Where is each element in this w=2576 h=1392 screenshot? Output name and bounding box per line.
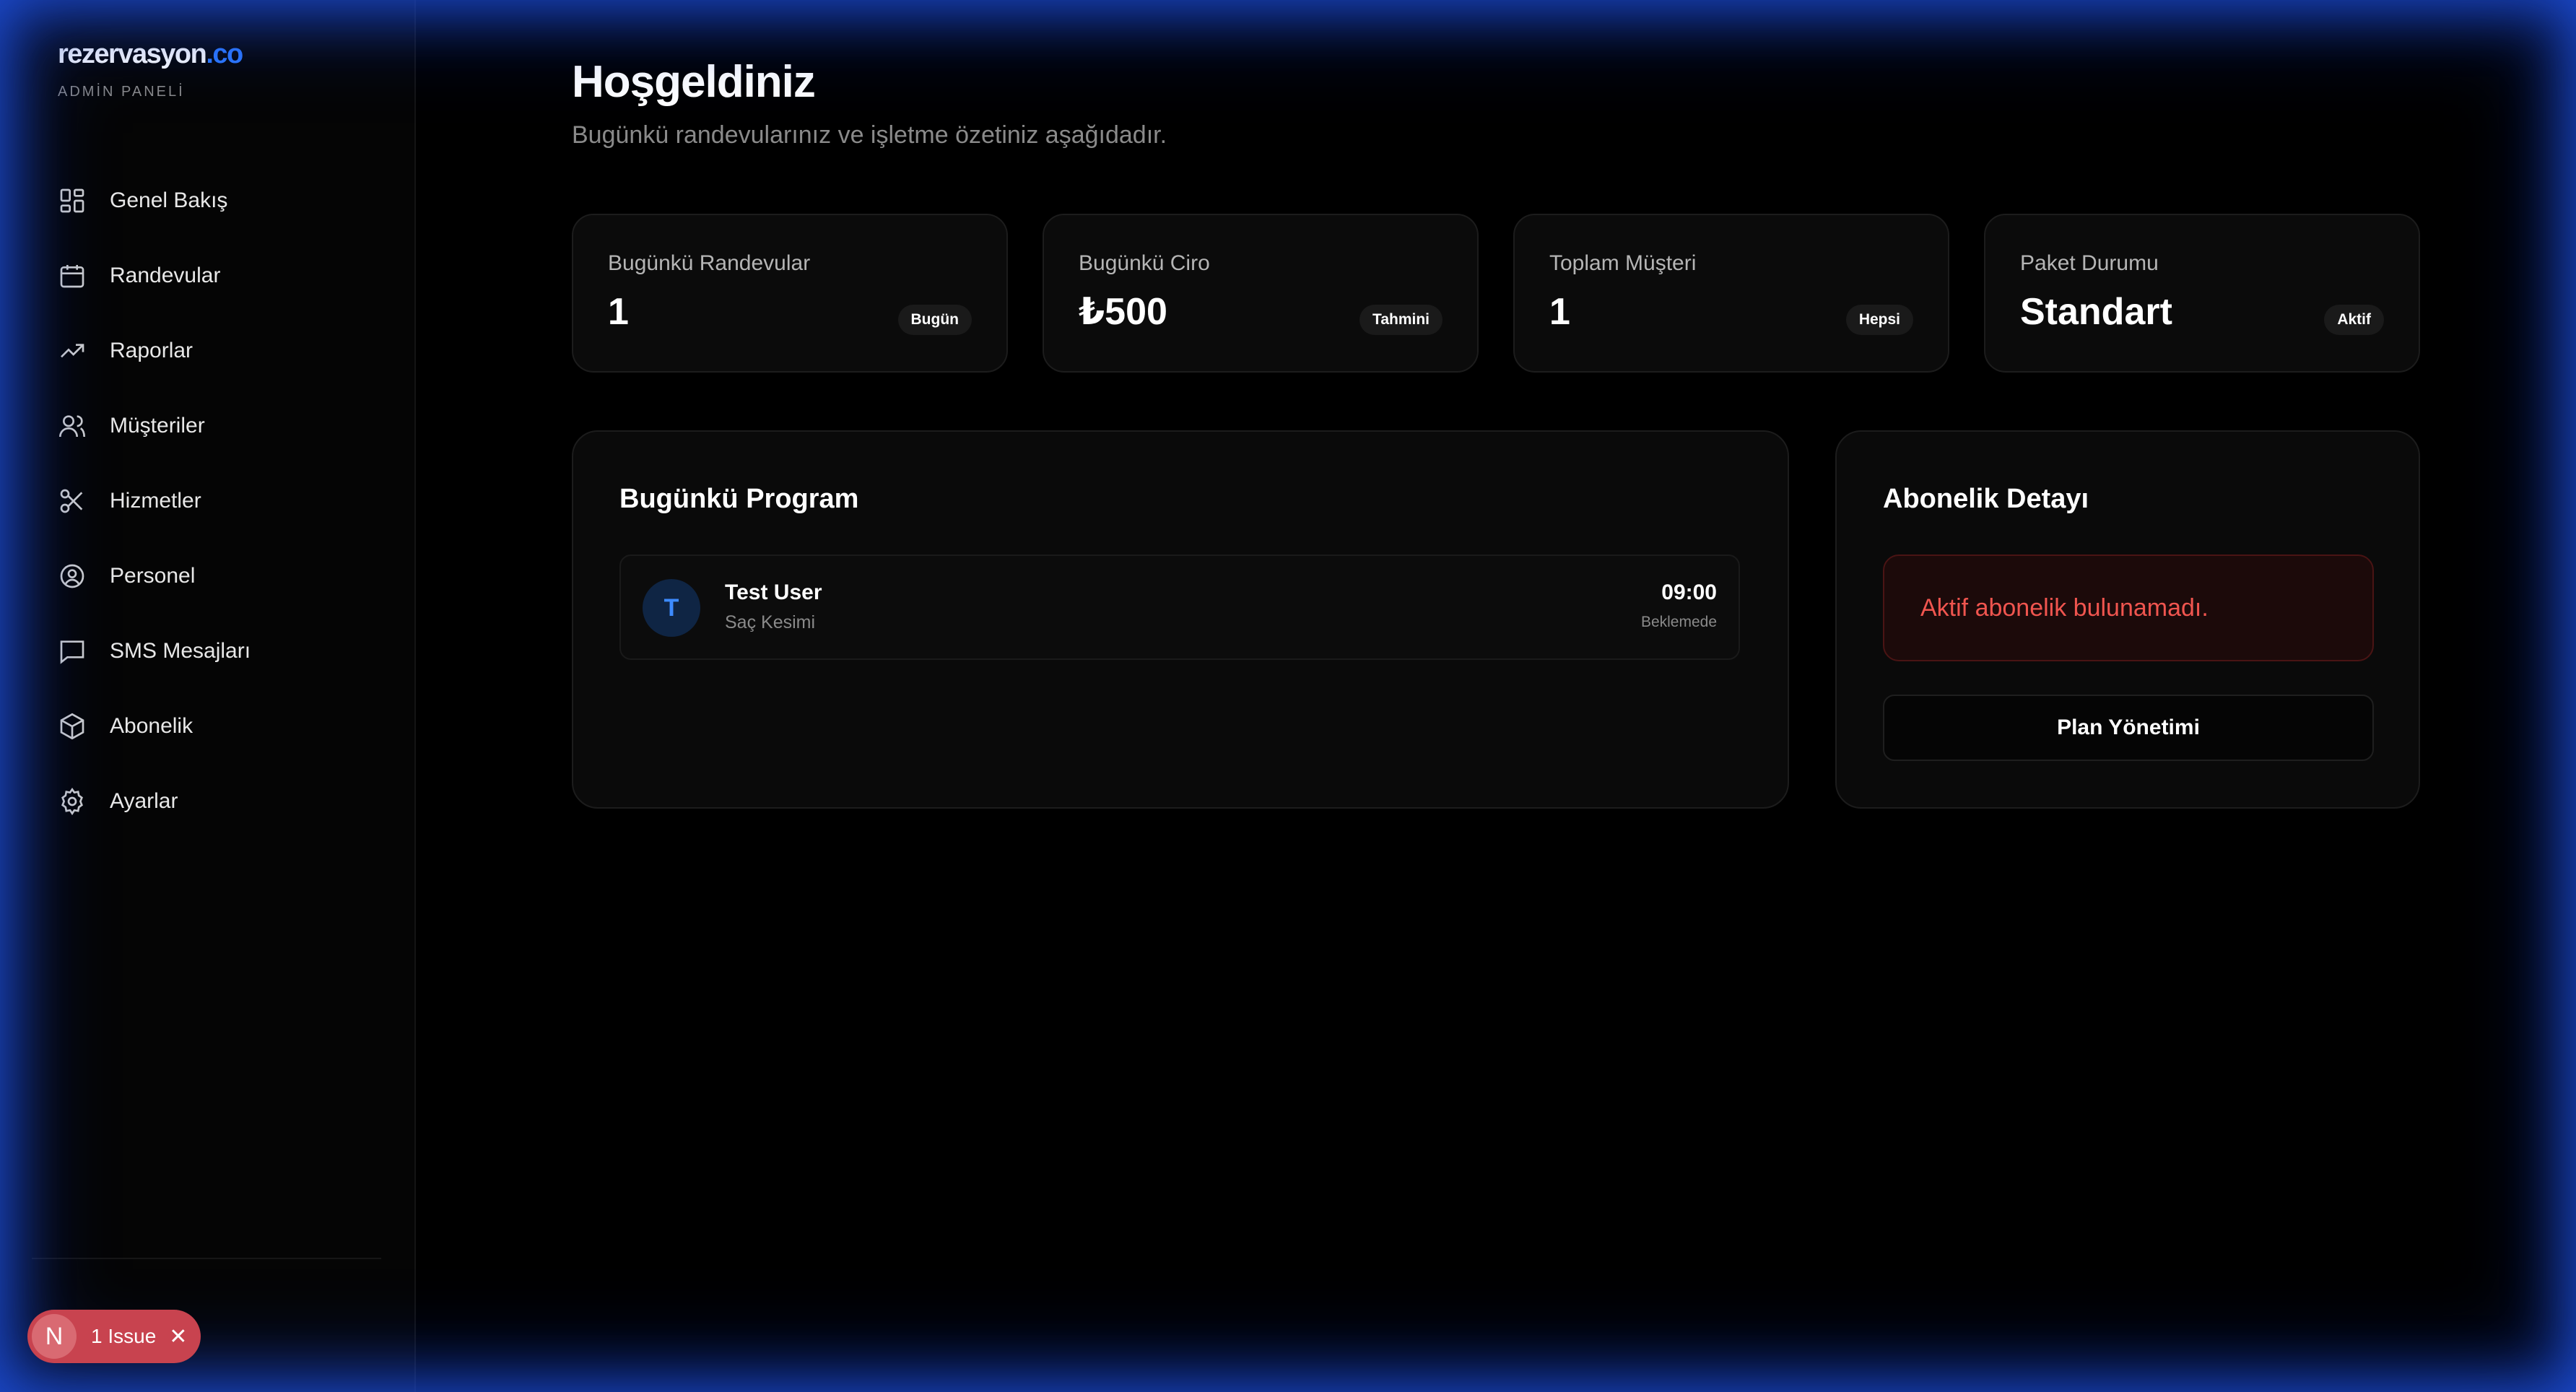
stat-label: Bugünkü Randevular [608, 251, 811, 275]
brand-subtitle: ADMİN PANELİ [58, 84, 185, 100]
stat-value: ₺500 [1079, 291, 1167, 333]
avatar: T [643, 579, 700, 637]
brand-accent: .co [206, 39, 243, 69]
sidebar-item-personel[interactable]: Personel [32, 547, 384, 605]
brand-name: rezervasyon [58, 39, 207, 69]
sidebar-item-abonelik[interactable]: Abonelik [32, 697, 384, 755]
stat-label: Paket Durumu [2020, 251, 2159, 275]
stat-label: Toplam Müşteri [1549, 251, 1697, 275]
sidebar-item-sms-mesajlari[interactable]: SMS Mesajları [32, 622, 384, 680]
sidebar-item-label: Raporlar [110, 339, 193, 362]
sidebar-item-hizmetler[interactable]: Hizmetler [32, 472, 384, 530]
plan-management-button[interactable]: Plan Yönetimi [1883, 695, 2374, 761]
appointment-customer-name: Test User [725, 580, 822, 604]
stat-value: 1 [1549, 291, 1570, 333]
close-icon[interactable]: ✕ [169, 1324, 187, 1349]
subscription-alert: Aktif abonelik bulunamadı. [1883, 554, 2374, 661]
brand-logo[interactable]: rezervasyon.co [58, 39, 243, 70]
appointment-status: Beklemede [1640, 614, 1717, 630]
appointment-row[interactable]: T Test User Saç Kesimi 09:00 Beklemede [619, 554, 1740, 660]
sidebar-item-ayarlar[interactable]: Ayarlar [32, 773, 384, 830]
issue-count: 1 Issue [91, 1325, 157, 1347]
dashboard-grid-icon [58, 186, 87, 215]
sidebar-item-label: Müşteriler [110, 414, 205, 438]
sidebar-item-label: Ayarlar [110, 789, 178, 813]
sidebar-divider [32, 1258, 381, 1259]
stat-card-package: Paket Durumu Standart Aktif [1984, 214, 2420, 373]
stat-badge: Tahmini [1359, 305, 1443, 335]
stat-label: Bugünkü Ciro [1079, 251, 1210, 275]
users-icon [58, 412, 87, 440]
stat-badge: Aktif [2324, 305, 2384, 335]
gear-icon [58, 787, 87, 816]
stat-value: 1 [608, 291, 629, 333]
panel-title: Abonelik Detayı [1883, 484, 2089, 514]
subscription-panel: Abonelik Detayı Aktif abonelik bulunamad… [1835, 430, 2420, 809]
appointment-service: Saç Kesimi [725, 612, 816, 632]
page-title: Hoşgeldiniz [572, 57, 816, 107]
stat-card-customers: Toplam Müşteri 1 Hepsi [1513, 214, 1949, 373]
calendar-icon [58, 261, 87, 290]
panel-title: Bugünkü Program [619, 484, 859, 514]
sidebar-item-label: Personel [110, 564, 196, 588]
stat-card-revenue: Bugünkü Ciro ₺500 Tahmini [1043, 214, 1479, 373]
stat-value: Standart [2020, 291, 2172, 333]
sidebar-item-label: Hizmetler [110, 489, 201, 513]
alert-text: Aktif abonelik bulunamadı. [1920, 593, 2209, 622]
stat-badge: Bugün [897, 305, 972, 335]
sidebar: rezervasyon.co ADMİN PANELİ Genel Bakış … [0, 0, 416, 1392]
issue-badge[interactable]: N 1 Issue ✕ [27, 1310, 201, 1363]
scissors-icon [58, 487, 87, 516]
package-icon [58, 712, 87, 741]
sidebar-item-label: Randevular [110, 264, 221, 287]
sidebar-item-label: SMS Mesajları [110, 639, 251, 663]
next-logo-icon: N [32, 1314, 77, 1359]
stat-badge: Hepsi [1845, 305, 1913, 335]
app-window: rezervasyon.co ADMİN PANELİ Genel Bakış … [0, 0, 2576, 1392]
stat-card-appointments: Bugünkü Randevular 1 Bugün [572, 214, 1008, 373]
sidebar-item-raporlar[interactable]: Raporlar [32, 322, 384, 380]
today-program-panel: Bugünkü Program T Test User Saç Kesimi 0… [572, 430, 1789, 809]
user-circle-icon [58, 562, 87, 591]
sidebar-item-label: Abonelik [110, 714, 193, 738]
page-subtitle: Bugünkü randevularınız ve işletme özetin… [572, 121, 1167, 149]
appointment-time: 09:00 [1661, 580, 1717, 604]
sidebar-item-randevular[interactable]: Randevular [32, 247, 384, 305]
message-square-icon [58, 637, 87, 666]
sidebar-item-label: Genel Bakış [110, 188, 228, 212]
sidebar-item-genel-bakis[interactable]: Genel Bakış [32, 172, 384, 230]
trending-up-icon [58, 336, 87, 365]
sidebar-item-musteriler[interactable]: Müşteriler [32, 397, 384, 455]
